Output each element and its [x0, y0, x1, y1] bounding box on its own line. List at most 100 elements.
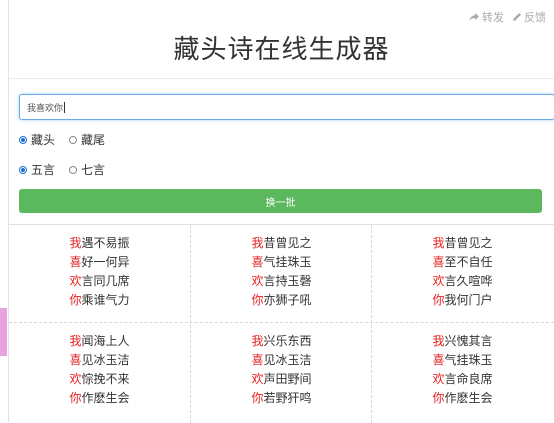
- poem-line: 我昔曾见之: [432, 234, 492, 253]
- line-rest: 言久喧哗: [444, 274, 493, 288]
- radio-tail-label: 藏尾: [81, 133, 106, 147]
- line-rest: 言命良席: [444, 372, 493, 386]
- poem-card[interactable]: 我兴乐东西 喜见冰玉洁 欢声田野间 你若野犴鸣: [191, 323, 372, 420]
- line-rest: 昔曾见之: [444, 236, 493, 250]
- poem-line: 欢言久喧哗: [432, 272, 492, 291]
- line-rest: 言持玉磬: [263, 274, 312, 288]
- line-rest: 作麽生会: [444, 391, 493, 405]
- poem-line: 我昔曾见之: [251, 234, 311, 253]
- radio-tail[interactable]: 藏尾: [69, 131, 105, 148]
- line-rest: 闻海上人: [81, 334, 130, 348]
- head-char: 你: [251, 391, 264, 405]
- head-char: 欢: [432, 274, 445, 288]
- poem-card[interactable]: 我兴愧其言 喜气挂珠玉 欢言命良席 你作麽生会: [372, 323, 553, 420]
- head-char: 欢: [432, 372, 445, 386]
- refresh-button[interactable]: 换一批: [19, 189, 542, 213]
- poem-grid: 我遇不易振 喜好一何异 欢言同几席 你乘谁气力 我昔曾见之 喜气挂珠玉 欢言持玉…: [9, 224, 554, 423]
- head-char: 我: [251, 334, 264, 348]
- head-char: 喜: [69, 353, 82, 367]
- poem-line: 喜气挂珠玉: [432, 351, 492, 370]
- radio-seven-indicator[interactable]: [69, 165, 78, 174]
- line-rest: 作麽生会: [81, 391, 130, 405]
- head-char: 我: [69, 334, 82, 348]
- line-rest: 兴乐东西: [263, 334, 312, 348]
- poem-line: 欢声田野间: [251, 370, 311, 389]
- radio-seven[interactable]: 七言: [69, 161, 105, 178]
- head-char: 你: [432, 391, 445, 405]
- line-rest: 见冰玉洁: [81, 353, 130, 367]
- poem-line: 欢言持玉磬: [251, 272, 311, 291]
- poem-line: 你亦狮子吼: [251, 291, 311, 310]
- share-icon: [469, 13, 479, 21]
- poem-card[interactable]: 我昔曾见之 喜至不自任 欢言久喧哗 你我何门户: [372, 225, 553, 322]
- radio-five[interactable]: 五言: [19, 161, 55, 178]
- radio-head[interactable]: 藏头: [19, 131, 55, 148]
- line-rest: 气挂珠玉: [263, 255, 312, 269]
- feedback-label: 反馈: [524, 11, 546, 24]
- head-char: 喜: [251, 353, 264, 367]
- top-actions: 转发 反馈: [469, 9, 546, 25]
- line-rest: 见冰玉洁: [263, 353, 312, 367]
- poem-line: 欢言命良席: [432, 370, 492, 389]
- line-rest: 亦狮子吼: [263, 293, 312, 307]
- line-rest: 言同几席: [81, 274, 130, 288]
- share-link[interactable]: 转发: [469, 9, 504, 25]
- line-rest: 声田野间: [263, 372, 312, 386]
- head-char: 喜: [251, 255, 264, 269]
- phrase-input[interactable]: 我喜欢你: [19, 94, 554, 120]
- head-char: 我: [69, 236, 82, 250]
- poem-line: 欢言同几席: [69, 272, 129, 291]
- radio-tail-indicator[interactable]: [69, 135, 78, 144]
- head-char: 欢: [69, 372, 82, 386]
- phrase-input-value: 我喜欢你: [27, 103, 64, 114]
- line-rest: 若野犴鸣: [263, 391, 312, 405]
- feedback-link[interactable]: 反馈: [512, 9, 546, 25]
- radio-head-indicator[interactable]: [19, 135, 27, 144]
- line-rest: 兴愧其言: [444, 334, 493, 348]
- head-char: 喜: [432, 353, 445, 367]
- poem-line: 你乘谁气力: [69, 291, 129, 310]
- poem-line: 欢悰挽不来: [69, 370, 129, 389]
- radio-five-label: 五言: [31, 163, 56, 177]
- side-tab[interactable]: [0, 308, 7, 356]
- poem-card[interactable]: 我遇不易振 喜好一何异 欢言同几席 你乘谁气力: [9, 225, 190, 322]
- head-char: 欢: [69, 274, 82, 288]
- radio-five-indicator[interactable]: [19, 165, 27, 174]
- radio-head-label: 藏头: [31, 133, 56, 147]
- generator-card: 转发 反馈 藏头诗在线生成器 我喜欢你 藏头 藏尾 五言 七言 换一批 我遇不易…: [8, 0, 554, 423]
- text-caret: [64, 101, 66, 113]
- line-rest: 我何门户: [444, 293, 493, 307]
- head-char: 喜: [69, 255, 82, 269]
- line-rest: 昔曾见之: [263, 236, 312, 250]
- poem-line: 喜见冰玉洁: [69, 351, 129, 370]
- header-divider: [9, 78, 554, 79]
- line-rest: 遇不易振: [81, 236, 130, 250]
- head-char: 你: [251, 293, 264, 307]
- poem-line: 你我何门户: [432, 291, 492, 310]
- poem-line: 喜至不自任: [432, 253, 492, 272]
- head-char: 我: [251, 236, 264, 250]
- poem-line: 你作麽生会: [69, 389, 129, 408]
- line-rest: 悰挽不来: [81, 372, 130, 386]
- radio-seven-label: 七言: [81, 163, 106, 177]
- head-char: 你: [432, 293, 445, 307]
- poem-line: 我兴愧其言: [432, 332, 492, 351]
- poem-line: 喜好一何异: [69, 253, 129, 272]
- position-radio-group: 藏头 藏尾: [19, 131, 105, 148]
- head-char: 喜: [432, 255, 445, 269]
- poem-line: 我闻海上人: [69, 332, 129, 351]
- poem-line: 喜气挂珠玉: [251, 253, 311, 272]
- poem-card[interactable]: 我闻海上人 喜见冰玉洁 欢悰挽不来 你作麽生会: [9, 323, 190, 420]
- poem-line: 我遇不易振: [69, 234, 129, 253]
- length-radio-group: 五言 七言: [19, 161, 105, 178]
- poem-card[interactable]: 我昔曾见之 喜气挂珠玉 欢言持玉磬 你亦狮子吼: [191, 225, 372, 322]
- page-title: 藏头诗在线生成器: [173, 35, 390, 65]
- line-rest: 乘谁气力: [81, 293, 130, 307]
- share-label: 转发: [482, 11, 504, 24]
- poem-line: 你作麽生会: [432, 389, 492, 408]
- head-char: 你: [69, 293, 82, 307]
- head-char: 欢: [251, 274, 264, 288]
- line-rest: 至不自任: [444, 255, 493, 269]
- head-char: 欢: [251, 372, 264, 386]
- line-rest: 气挂珠玉: [444, 353, 493, 367]
